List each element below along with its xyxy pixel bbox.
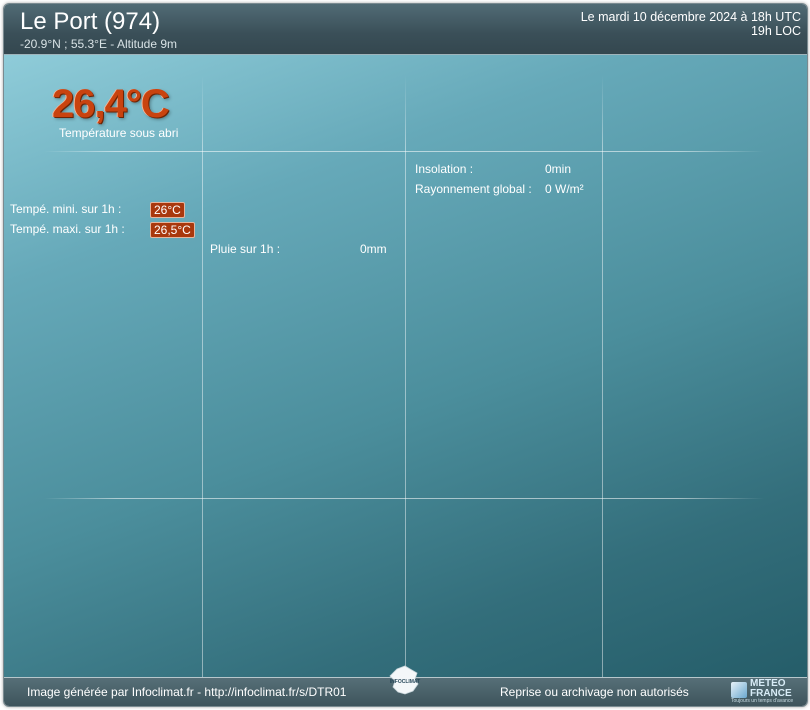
rain-label: Pluie sur 1h :	[210, 242, 281, 256]
station-coordinates: -20.9°N ; 55.3°E - Altitude 9m	[20, 37, 178, 51]
current-temperature-label: Température sous abri	[59, 126, 179, 140]
infoclimat-logo-text: INFOCLIMAT	[390, 679, 420, 685]
grid-line-vertical-2	[405, 75, 406, 677]
grid-line-vertical-1	[202, 75, 203, 677]
temp-max-badge: 26,5°C	[150, 222, 195, 238]
local-time: 19h LOC	[750, 24, 801, 38]
radiation-value: 0 W/m²	[545, 182, 584, 196]
data-panel: 26,4°C Température sous abri Tempé. mini…	[4, 55, 807, 677]
header-bar: Le Port (974) -20.9°N ; 55.3°E - Altitud…	[4, 4, 807, 55]
footer-credit: Image générée par Infoclimat.fr - http:/…	[27, 685, 347, 699]
temp-max-label: Tempé. maxi. sur 1h :	[10, 222, 125, 236]
grid-line-horizontal-2	[44, 498, 764, 499]
weather-card: Le Port (974) -20.9°N ; 55.3°E - Altitud…	[3, 3, 808, 707]
meteo-france-emblem-icon	[731, 682, 747, 698]
infoclimat-logo: INFOCLIMAT	[389, 665, 420, 695]
meteo-france-logo: METEO FRANCE Toujours un temps d'avance	[731, 678, 797, 704]
meteo-france-tagline: Toujours un temps d'avance	[731, 698, 794, 704]
grid-line-horizontal-1	[44, 151, 764, 152]
rain-value: 0mm	[360, 242, 387, 256]
footer-notice: Reprise ou archivage non autorisés	[500, 685, 689, 699]
current-temperature: 26,4°C	[52, 82, 170, 126]
temp-min-label: Tempé. mini. sur 1h :	[10, 202, 122, 216]
temp-min-badge: 26°C	[150, 202, 185, 218]
insolation-value: 0min	[545, 162, 572, 176]
insolation-label: Insolation :	[415, 162, 474, 176]
observation-date: Le mardi 10 décembre 2024 à 18h UTC	[580, 10, 801, 24]
station-name: Le Port (974)	[20, 8, 161, 35]
grid-line-vertical-3	[602, 75, 603, 677]
radiation-label: Rayonnement global :	[415, 182, 532, 196]
